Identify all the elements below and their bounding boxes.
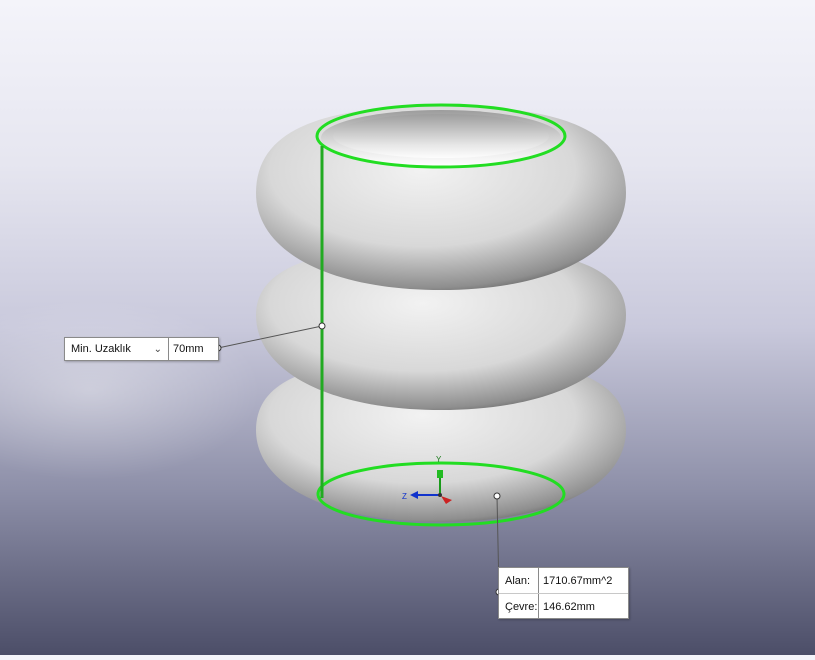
graphics-viewport[interactable]: Y Z bbox=[0, 0, 815, 655]
perimeter-row: Çevre: 146.62mm bbox=[499, 594, 628, 619]
perimeter-value: 146.62mm bbox=[543, 600, 595, 613]
background-glow bbox=[0, 300, 260, 480]
section-properties-tag[interactable]: Alan: 1710.67mm^2 Çevre: 146.62mm bbox=[498, 567, 629, 619]
triad-y-label: Y bbox=[436, 455, 442, 464]
min-distance-anchor bbox=[318, 322, 326, 330]
min-distance-tag[interactable]: Min. Uzaklık ⌄ 70mm bbox=[64, 337, 219, 361]
triad-z-label: Z bbox=[402, 492, 407, 501]
model-view[interactable]: Y Z bbox=[0, 0, 815, 655]
area-value: 1710.67mm^2 bbox=[543, 574, 613, 587]
perimeter-label: Çevre: bbox=[499, 594, 539, 619]
area-label: Alan: bbox=[499, 568, 539, 593]
distance-mode-dropdown[interactable]: Min. Uzaklık ⌄ bbox=[65, 338, 169, 360]
min-distance-value: 70mm bbox=[173, 343, 204, 355]
area-anchor bbox=[493, 492, 501, 500]
chevron-down-icon[interactable]: ⌄ bbox=[154, 344, 162, 355]
distance-mode-label: Min. Uzaklık bbox=[71, 343, 131, 355]
area-row: Alan: 1710.67mm^2 bbox=[499, 568, 628, 594]
model-ring-top[interactable] bbox=[256, 106, 626, 290]
